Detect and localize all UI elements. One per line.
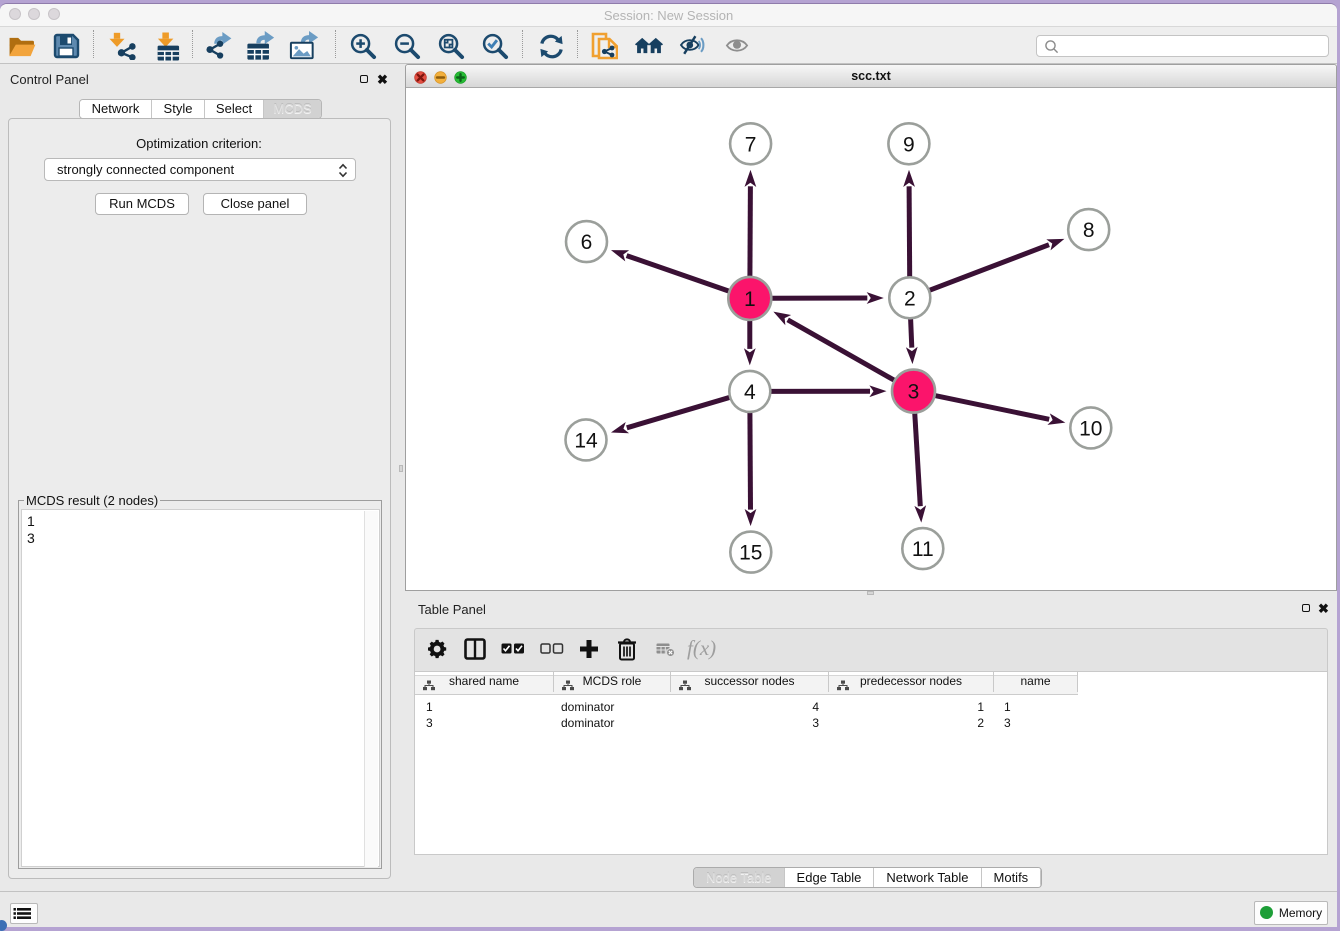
svg-text:3: 3 (908, 381, 920, 404)
svg-text:6: 6 (581, 231, 593, 254)
svg-text:8: 8 (1083, 219, 1095, 242)
svg-text:11: 11 (912, 538, 934, 561)
svg-text:9: 9 (903, 133, 915, 156)
svg-text:4: 4 (744, 381, 756, 404)
svg-text:2: 2 (904, 287, 916, 310)
svg-text:7: 7 (745, 133, 757, 156)
svg-text:10: 10 (1079, 417, 1102, 440)
svg-text:14: 14 (574, 429, 598, 452)
svg-text:15: 15 (739, 542, 762, 565)
svg-text:1: 1 (744, 288, 756, 311)
